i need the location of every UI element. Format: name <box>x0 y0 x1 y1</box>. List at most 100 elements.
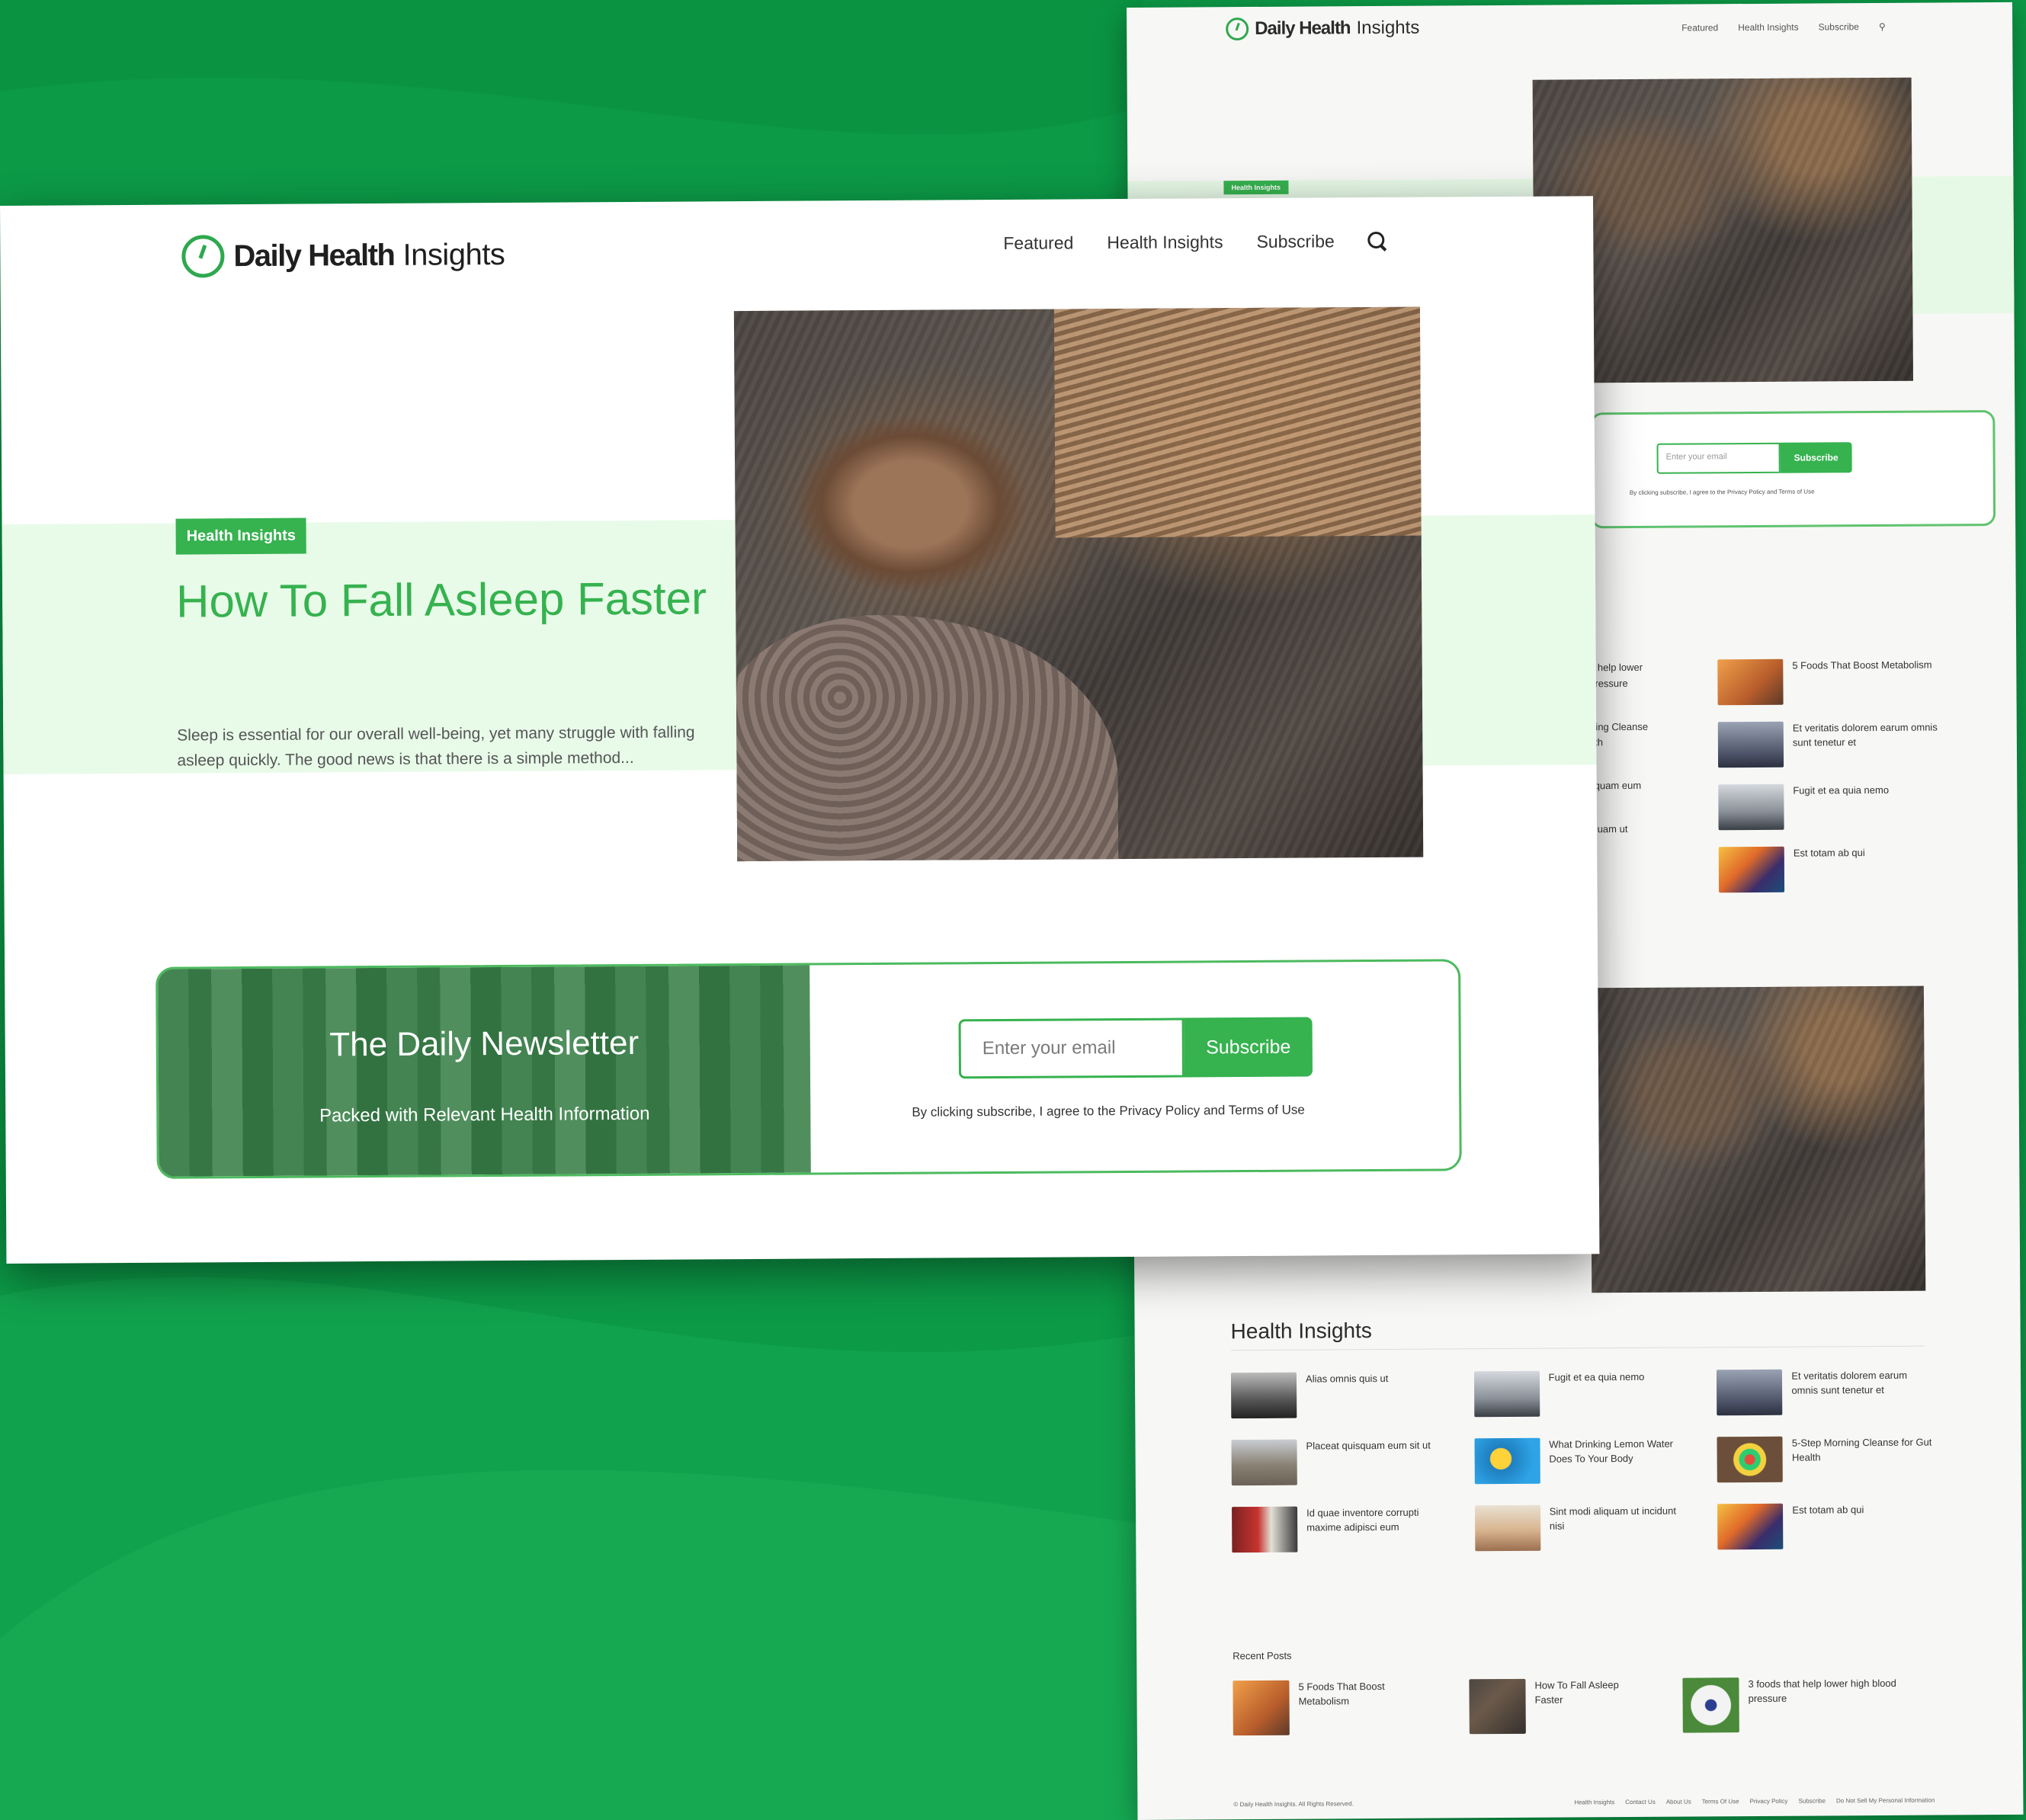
post-thumbnail[interactable] <box>1233 1680 1290 1736</box>
blanket <box>733 614 1119 862</box>
post-title[interactable]: 3 foods that help lower high blood press… <box>1748 1677 1934 1706</box>
nav-subscribe[interactable]: Subscribe <box>1256 231 1334 252</box>
newsletter-banner <box>158 965 811 1177</box>
post-thumbnail[interactable] <box>1473 1370 1540 1418</box>
post-thumbnail[interactable] <box>1232 1506 1298 1553</box>
post-thumbnail[interactable] <box>1474 1437 1540 1485</box>
back-site-logo[interactable]: Daily Health Insights <box>1226 17 1419 41</box>
back-logo-bold: Daily Health <box>1255 18 1351 39</box>
search-icon[interactable] <box>1368 231 1388 251</box>
post-thumbnail[interactable] <box>1469 1678 1526 1735</box>
back-nav-health-insights[interactable]: Health Insights <box>1738 22 1798 33</box>
post-title[interactable]: Placeat quisquam eum sit ut <box>1306 1439 1430 1454</box>
hero-image[interactable] <box>733 306 1424 862</box>
window-blind <box>1053 306 1422 538</box>
list-item[interactable]: Sint modi aliquam ut incidunt nisi <box>1474 1504 1691 1552</box>
post-thumbnail[interactable] <box>1718 846 1785 893</box>
list-item[interactable]: Id quae inventore corrupti maxime adipis… <box>1232 1505 1447 1553</box>
footer-link[interactable]: Privacy Policy <box>1750 1798 1788 1805</box>
post-title[interactable]: Id quae inventore corrupti maxime adipis… <box>1306 1505 1447 1535</box>
back-subscribe-button[interactable]: Subscribe <box>1780 442 1852 473</box>
back-nav: Featured Health Insights Subscribe ⚲ <box>1681 21 1886 34</box>
list-item[interactable]: Fugit et ea quia nemo <box>1473 1370 1690 1418</box>
post-title[interactable]: Fugit et ea quia nemo <box>1793 783 1889 799</box>
list-item[interactable]: Est totam ab qui <box>1717 1503 1933 1550</box>
recent-posts-heading: Recent Posts <box>1233 1649 1292 1662</box>
sleeping-person <box>795 415 1026 593</box>
post-thumbnail[interactable] <box>1717 721 1784 768</box>
post-title[interactable]: Et veritatis dolorem earum omnis sunt te… <box>1793 720 1947 750</box>
main-nav: Featured Health Insights Subscribe <box>1003 231 1388 254</box>
logo-bold-text: Daily Health <box>233 238 395 273</box>
clock-icon <box>1226 18 1249 41</box>
list-item[interactable]: Et veritatis dolorem earum omnis sunt te… <box>1717 720 1947 768</box>
footer-link[interactable]: About Us <box>1666 1799 1691 1806</box>
post-title[interactable]: 5 Foods That Boost Metabolism <box>1298 1680 1431 1709</box>
footer-link[interactable]: Subscribe <box>1798 1797 1826 1804</box>
post-title[interactable]: Est totam ab qui <box>1792 1503 1864 1517</box>
post-thumbnail[interactable] <box>1717 658 1784 706</box>
footer-link[interactable]: Do Not Sell My Personal Information <box>1836 1797 1935 1805</box>
post-thumbnail[interactable] <box>1717 1503 1784 1550</box>
post-thumbnail[interactable] <box>1474 1504 1541 1552</box>
back-logo-light: Insights <box>1356 17 1420 39</box>
list-item[interactable]: Fugit et ea quia nemo <box>1718 783 1947 831</box>
list-item[interactable]: 5 Foods That Boost Metabolism <box>1233 1680 1431 1736</box>
hero-excerpt: Sleep is essential for our overall well-… <box>177 723 695 770</box>
back-hero-badge[interactable]: Health Insights <box>1223 180 1289 195</box>
email-input[interactable]: Enter your email <box>958 1017 1185 1079</box>
newsletter-subtitle: Packed with Relevant Health Information <box>319 1103 650 1126</box>
nav-featured[interactable]: Featured <box>1003 232 1073 254</box>
back-nav-featured[interactable]: Featured <box>1681 22 1718 33</box>
footer-link[interactable]: Contact Us <box>1625 1799 1656 1806</box>
post-title[interactable]: Fugit et ea quia nemo <box>1549 1370 1645 1386</box>
post-title[interactable]: How To Fall Asleep Faster <box>1534 1678 1644 1708</box>
list-item[interactable]: Et veritatis dolorem earum omnis sunt te… <box>1717 1369 1932 1416</box>
post-thumbnail[interactable] <box>1717 1369 1783 1416</box>
post-title[interactable]: What Drinking Lemon Water Does To Your B… <box>1549 1437 1690 1467</box>
list-item[interactable]: Alias omnis quis ut <box>1230 1371 1447 1419</box>
footer-links: Health Insights Contact Us About Us Term… <box>1574 1797 1935 1806</box>
list-item[interactable]: How To Fall Asleep Faster <box>1469 1678 1644 1735</box>
footer-link[interactable]: Terms Of Use <box>1702 1798 1739 1805</box>
post-title[interactable]: Alias omnis quis ut <box>1306 1372 1389 1387</box>
back-featured-right-list: 5 Foods That Boost Metabolism Et veritat… <box>1717 658 1947 909</box>
back-nav-subscribe[interactable]: Subscribe <box>1819 21 1859 32</box>
footer-link[interactable]: Health Insights <box>1574 1799 1614 1806</box>
recent-posts-list: 5 Foods That Boost Metabolism How To Fal… <box>1233 1677 1935 1753</box>
post-title[interactable]: Sint modi aliquam ut incidunt nisi <box>1550 1504 1691 1534</box>
copyright-text: © Daily Health Insights. All Rights Rese… <box>1233 1800 1354 1809</box>
footer: © Daily Health Insights. All Rights Rese… <box>1233 1797 1935 1809</box>
category-badge[interactable]: Health Insights <box>175 517 307 555</box>
list-item[interactable]: 5-Step Morning Cleanse for Gut Health <box>1717 1436 1933 1483</box>
newsletter-box: The Daily Newsletter Packed with Relevan… <box>155 959 1462 1179</box>
post-thumbnail[interactable] <box>1230 1372 1297 1419</box>
health-insights-grid: Alias omnis quis ut Fugit et ea quia nem… <box>1230 1369 1933 1553</box>
clock-icon <box>181 235 225 278</box>
post-title[interactable]: 5 Foods That Boost Metabolism <box>1792 658 1931 674</box>
list-item[interactable]: What Drinking Lemon Water Does To Your B… <box>1474 1437 1690 1485</box>
nav-health-insights[interactable]: Health Insights <box>1107 232 1223 253</box>
subscribe-fine-print: By clicking subscribe, I agree to the Pr… <box>912 1102 1305 1120</box>
back-email-input[interactable]: Enter your email <box>1656 442 1781 474</box>
post-thumbnail[interactable] <box>1682 1677 1739 1733</box>
hero-screenshot: Daily Health Insights Featured Health In… <box>0 196 1600 1264</box>
list-item[interactable]: 5 Foods That Boost Metabolism <box>1717 658 1946 706</box>
post-thumbnail[interactable] <box>1717 1436 1784 1483</box>
post-title[interactable]: Est totam ab qui <box>1794 846 1865 860</box>
back-fine-print: By clicking subscribe, I agree to the Pr… <box>1629 488 1815 496</box>
list-item[interactable]: Est totam ab qui <box>1718 845 1947 893</box>
divider <box>1230 1345 1925 1351</box>
site-logo[interactable]: Daily Health Insights <box>181 233 505 278</box>
post-title[interactable]: Et veritatis dolorem earum omnis sunt te… <box>1791 1369 1932 1399</box>
health-insights-heading: Health Insights <box>1230 1319 1372 1344</box>
post-title[interactable]: 5-Step Morning Cleanse for Gut Health <box>1792 1436 1933 1466</box>
back-secondary-image[interactable] <box>1589 985 1926 1293</box>
subscribe-button[interactable]: Subscribe <box>1184 1017 1313 1078</box>
post-thumbnail[interactable] <box>1231 1439 1297 1486</box>
post-thumbnail[interactable] <box>1718 783 1784 831</box>
hero-title[interactable]: How To Fall Asleep Faster <box>176 566 741 635</box>
list-item[interactable]: 3 foods that help lower high blood press… <box>1682 1677 1934 1733</box>
list-item[interactable]: Placeat quisquam eum sit ut <box>1231 1438 1447 1486</box>
search-icon[interactable]: ⚲ <box>1879 21 1886 32</box>
